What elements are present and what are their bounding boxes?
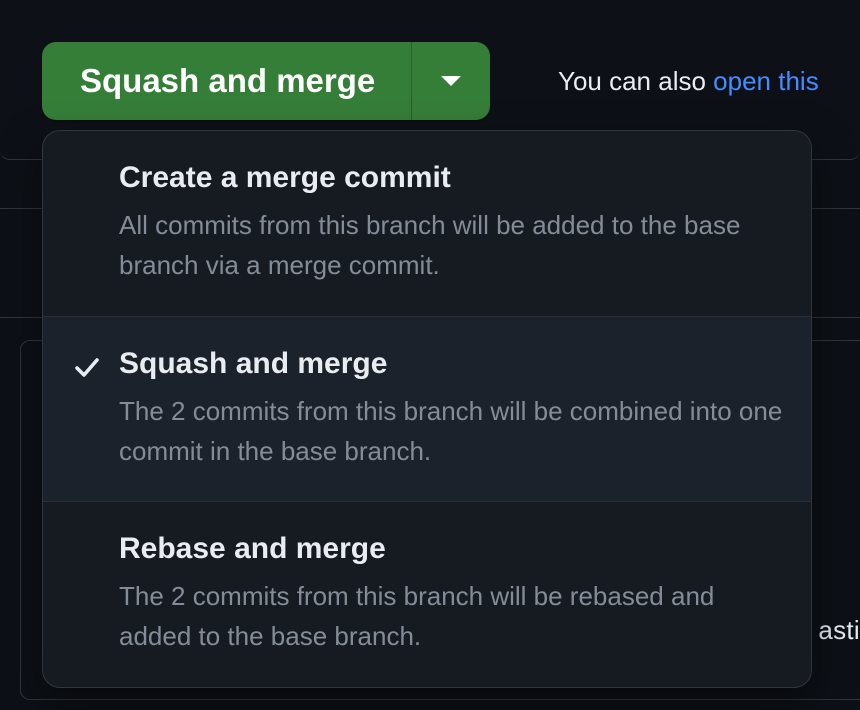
truncated-text-fragment: asti (818, 615, 860, 646)
merge-button-group: Squash and merge (42, 42, 490, 120)
merge-option-title: Create a merge commit (119, 161, 783, 195)
merge-option-description: The 2 commits from this branch will be c… (119, 391, 783, 472)
merge-option-rebase-and-merge[interactable]: Rebase and merge The 2 commits from this… (43, 501, 811, 687)
open-this-link[interactable]: open this (713, 66, 819, 96)
squash-and-merge-button[interactable]: Squash and merge (42, 42, 412, 120)
merge-option-squash-and-merge[interactable]: Squash and merge The 2 commits from this… (43, 316, 811, 502)
hint-text: You can also open this (558, 66, 819, 97)
merge-strategy-dropdown-toggle[interactable] (412, 42, 490, 120)
hint-prefix: You can also (558, 66, 713, 96)
merge-option-create-merge-commit[interactable]: Create a merge commit All commits from t… (43, 131, 811, 316)
merge-option-description: The 2 commits from this branch will be r… (119, 576, 783, 657)
check-slot (67, 532, 107, 657)
caret-down-icon (440, 74, 462, 88)
check-icon (73, 353, 101, 386)
check-slot (67, 347, 107, 472)
merge-strategy-dropdown: Create a merge commit All commits from t… (42, 130, 812, 688)
merge-option-title: Squash and merge (119, 347, 783, 381)
check-slot (67, 161, 107, 286)
merge-button-label: Squash and merge (80, 62, 375, 100)
merge-option-title: Rebase and merge (119, 532, 783, 566)
merge-option-description: All commits from this branch will be add… (119, 205, 783, 286)
